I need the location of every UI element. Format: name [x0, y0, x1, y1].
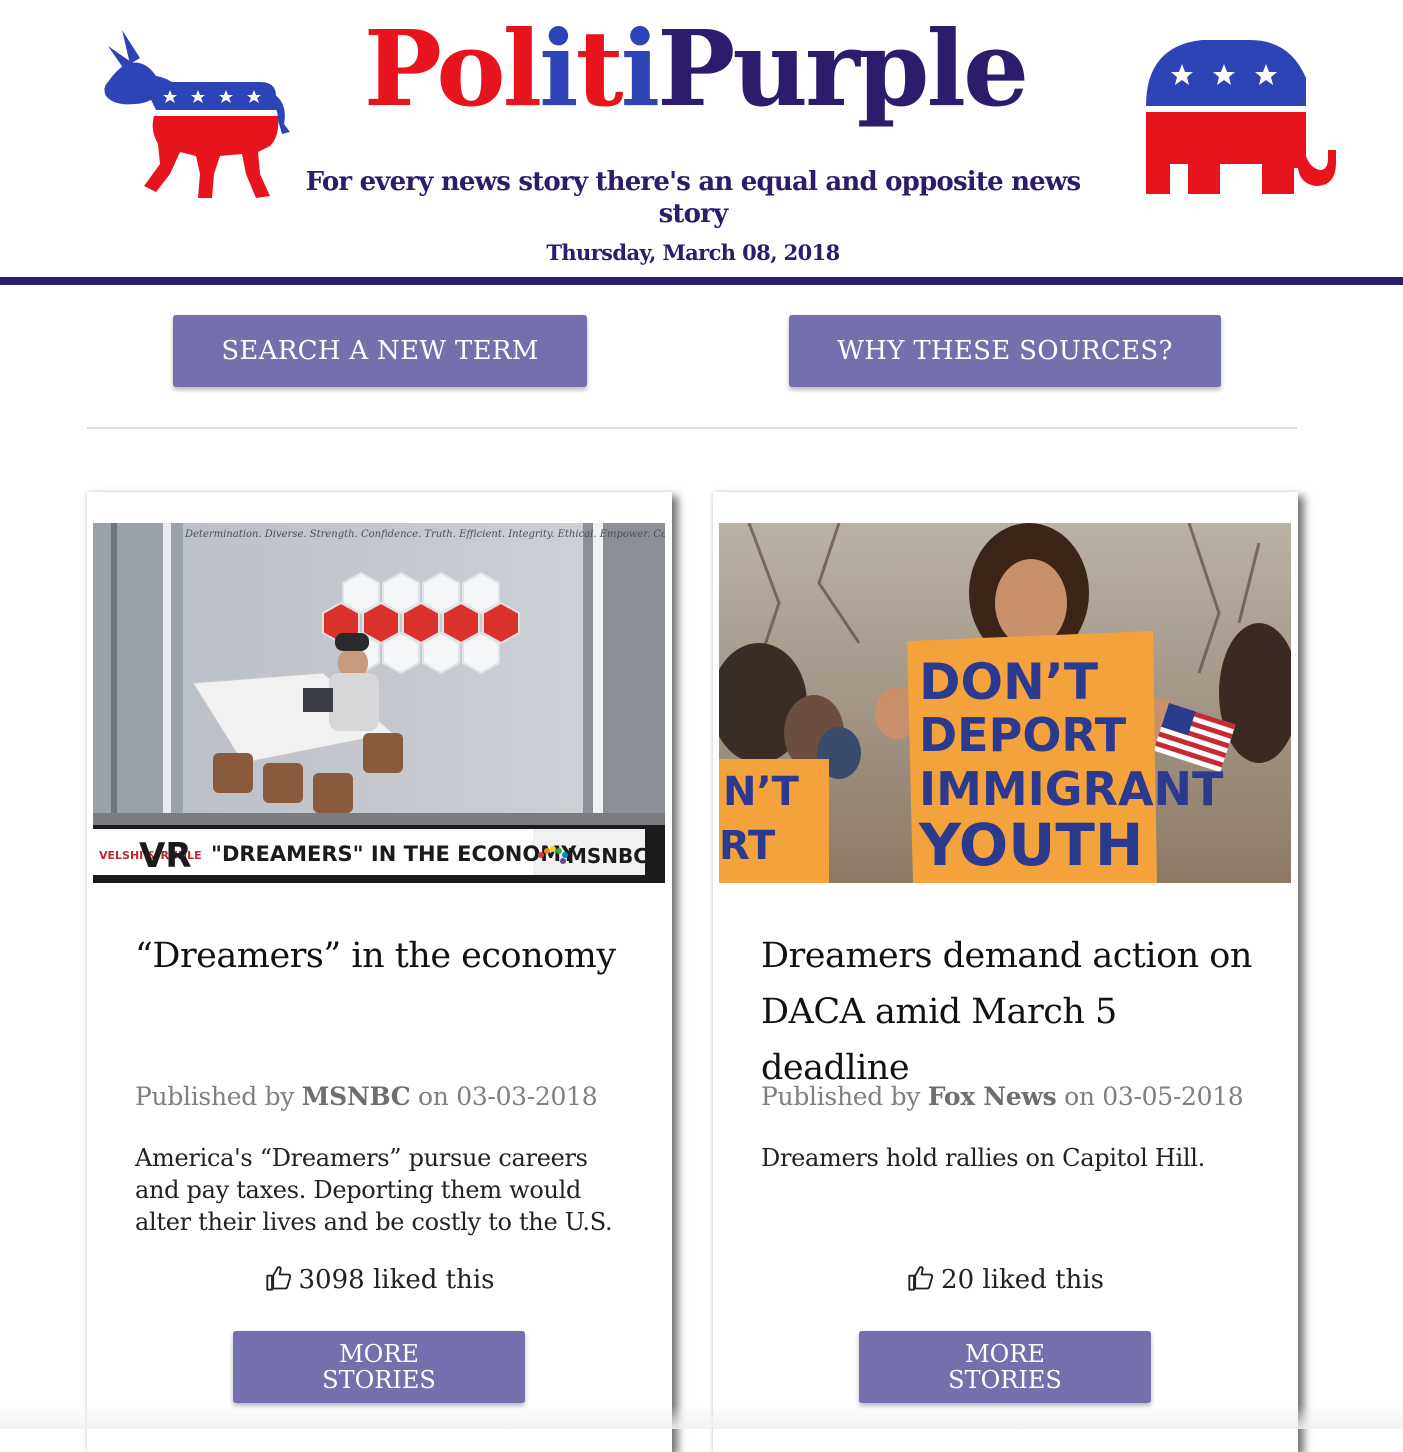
story-source: MSNBC	[301, 1082, 411, 1111]
story-meta: Published by Fox News on 03-05-2018	[761, 1082, 1281, 1111]
title-part-i1: i	[539, 7, 578, 130]
published-date: on 03-03-2018	[418, 1082, 598, 1111]
site-title: PolitiPurple	[300, 4, 1090, 134]
header-divider	[0, 277, 1403, 285]
story-likes: 3098 liked this	[87, 1264, 672, 1295]
wall-text: Determination. Diverse. Strength. Confid…	[184, 529, 665, 540]
site-tagline: For every news story there's an equal an…	[305, 167, 1082, 229]
rally-photo: N’T RT DON’T DEPORT IMMIGRANT YOUTH	[719, 523, 1291, 883]
search-new-term-button[interactable]: SEARCH A NEW TERM	[173, 315, 587, 387]
msnbc-office-photo: Determination. Diverse. Strength. Confid…	[93, 523, 665, 883]
story-title[interactable]: Dreamers demand action on DACA amid Marc…	[761, 928, 1271, 1096]
likes-count: 20 liked this	[941, 1265, 1104, 1295]
title-part-t: t	[575, 7, 624, 130]
more-stories-button[interactable]: MORE STORIES	[859, 1331, 1151, 1403]
why-these-sources-button[interactable]: WHY THESE SOURCES?	[789, 315, 1221, 387]
svg-text:DON’T: DON’T	[919, 653, 1098, 711]
site-header: PolitiPurple For every news story there'…	[0, 0, 1403, 286]
democrat-donkey-icon	[104, 30, 290, 198]
published-date: on 03-05-2018	[1064, 1082, 1244, 1111]
svg-text:YOUTH: YOUTH	[918, 811, 1143, 879]
story-source: Fox News	[927, 1082, 1057, 1111]
section-divider	[87, 427, 1297, 429]
title-part-purple: Purple	[657, 7, 1029, 130]
story-image-foxnews[interactable]: N’T RT DON’T DEPORT IMMIGRANT YOUTH	[719, 523, 1291, 883]
svg-text:Determination. Diverse. Streng: Determination. Diverse. Strength. Confid…	[184, 529, 665, 540]
republican-elephant-icon	[1146, 40, 1336, 194]
thumbs-up-icon[interactable]	[907, 1264, 935, 1292]
story-image-msnbc[interactable]: Determination. Diverse. Strength. Confid…	[93, 523, 665, 883]
svg-text:IMMIGRANT: IMMIGRANT	[919, 762, 1224, 816]
published-prefix: Published by	[135, 1082, 295, 1111]
bottom-fade	[0, 1405, 1403, 1429]
thumbs-up-icon[interactable]	[265, 1264, 293, 1292]
story-card-msnbc: Determination. Diverse. Strength. Confid…	[87, 492, 672, 1452]
svg-text:N’T: N’T	[723, 769, 800, 815]
svg-text:DEPORT: DEPORT	[919, 708, 1127, 762]
current-date: Thursday, March 08, 2018	[546, 240, 840, 265]
story-meta: Published by MSNBC on 03-03-2018	[135, 1082, 655, 1111]
published-prefix: Published by	[761, 1082, 921, 1111]
more-stories-button[interactable]: MORE STORIES	[233, 1331, 525, 1403]
lower-third-caption: "DREAMERS" IN THE ECONOMY	[211, 842, 577, 866]
likes-count: 3098 liked this	[298, 1265, 495, 1295]
story-title[interactable]: “Dreamers” in the economy	[135, 928, 645, 984]
msnbc-network-label: MSNBC	[567, 844, 648, 868]
story-likes: 20 liked this	[713, 1264, 1298, 1295]
story-summary: Dreamers hold rallies on Capitol Hill.	[761, 1144, 1205, 1172]
svg-text:RT: RT	[719, 823, 776, 869]
story-summary: America's “Dreamers” pursue careers and …	[135, 1144, 613, 1236]
title-part-pol: Pol	[363, 7, 542, 130]
title-part-i2: i	[620, 7, 660, 130]
svg-text:VR: VR	[139, 836, 192, 876]
story-card-foxnews: N’T RT DON’T DEPORT IMMIGRANT YOUTH Drea…	[713, 492, 1298, 1452]
